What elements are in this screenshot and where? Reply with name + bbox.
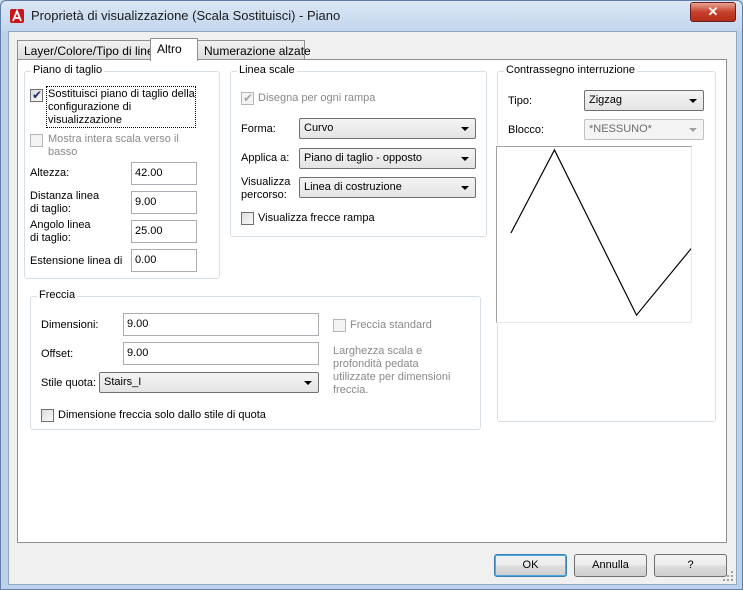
stile-quota-label: Stile quota: xyxy=(41,377,97,389)
disegna-per-ogni-rampa-label: Disegna per ogni rampa xyxy=(258,92,376,104)
group-title-piano-di-taglio: Piano di taglio xyxy=(31,64,105,76)
show-full-stair-checkbox[interactable] xyxy=(30,134,43,147)
visualizza-frecce-rampa-label: Visualizza frecce rampa xyxy=(258,212,375,224)
group-freccia: Freccia Dimensioni: 9.00 Offset: 9.00 St… xyxy=(30,289,481,430)
angolo-label-line1: Angolo linea xyxy=(30,219,91,231)
freccia-note-line4: freccia. xyxy=(333,384,369,396)
stile-quota-dropdown[interactable]: Stairs_I xyxy=(99,372,319,393)
break-mark-preview xyxy=(496,146,692,323)
help-button[interactable]: ? xyxy=(654,554,727,577)
visualizza-percorso-label-line2: percorso: xyxy=(241,189,287,201)
altezza-label: Altezza: xyxy=(30,167,70,179)
show-full-stair-label-line1: Mostra intera scala verso il xyxy=(48,133,179,145)
group-piano-di-taglio: Piano di taglio ✔ Sostituisci piano di t… xyxy=(24,64,220,279)
forma-value: Curvo xyxy=(304,122,334,134)
chevron-down-icon xyxy=(461,186,469,190)
close-icon: ✕ xyxy=(707,4,719,19)
checkmark-icon: ✔ xyxy=(32,88,43,102)
chevron-down-icon xyxy=(461,157,469,161)
tab-numerazione-alzate[interactable]: Numerazione alzate xyxy=(197,40,311,60)
title-bar[interactable]: Proprietà di visualizzazione (Scala Sost… xyxy=(1,1,742,31)
freccia-note-line3: utilizzate per dimensioni xyxy=(333,371,451,383)
group-title-freccia: Freccia xyxy=(37,289,78,301)
close-button[interactable]: ✕ xyxy=(690,2,736,22)
group-title-contrassegno: Contrassegno interruzione xyxy=(504,64,638,76)
group-title-linea-scale: Linea scale xyxy=(237,64,297,76)
window-title: Proprietà di visualizzazione (Scala Sost… xyxy=(31,8,341,23)
freccia-standard-label: Freccia standard xyxy=(350,319,432,331)
chevron-down-icon xyxy=(461,127,469,131)
zigzag-preview-line xyxy=(510,148,691,317)
dimensioni-label: Dimensioni: xyxy=(41,319,99,331)
distanza-label-line2: di taglio: xyxy=(30,203,71,215)
freccia-note-line1: Larghezza scala e xyxy=(333,345,423,357)
distanza-label-line1: Distanza linea xyxy=(30,190,100,202)
override-cut-plane-label-line1: Sostituisci piano di taglio della xyxy=(48,88,195,100)
override-cut-plane-checkbox[interactable]: ✔ xyxy=(30,88,43,102)
checkmark-icon: ✔ xyxy=(243,91,254,105)
dialog-window: Proprietà di visualizzazione (Scala Sost… xyxy=(0,0,743,590)
offset-label: Offset: xyxy=(41,348,74,360)
distanza-input[interactable]: 9.00 xyxy=(131,191,197,214)
freccia-note-line2: profondità pedata xyxy=(333,358,419,370)
tipo-dropdown[interactable]: Zigzag xyxy=(584,90,704,111)
applica-dropdown[interactable]: Piano di taglio - opposto xyxy=(299,148,476,169)
chevron-down-icon xyxy=(689,99,697,103)
offset-input[interactable]: 9.00 xyxy=(123,342,319,365)
estensione-input[interactable]: 0.00 xyxy=(131,249,197,272)
chevron-down-icon xyxy=(304,381,312,385)
group-linea-scale: Linea scale ✔ Disegna per ogni rampa For… xyxy=(230,64,487,237)
altezza-input[interactable]: 42.00 xyxy=(131,162,197,185)
ok-button[interactable]: OK xyxy=(494,554,567,577)
tipo-value: Zigzag xyxy=(589,94,623,106)
applica-value: Piano di taglio - opposto xyxy=(304,152,423,164)
angolo-label-line2: di taglio: xyxy=(30,232,71,244)
tab-panel-altro: Piano di taglio ✔ Sostituisci piano di t… xyxy=(17,59,727,543)
resize-grip-icon[interactable] xyxy=(722,570,734,582)
override-cut-plane-label-line3: visualizzazione xyxy=(48,114,122,126)
forma-dropdown[interactable]: Curvo xyxy=(299,118,476,139)
stile-quota-value: Stairs_I xyxy=(104,376,142,388)
applica-label: Applica a: xyxy=(241,152,290,164)
show-full-stair-label-line2: basso xyxy=(48,146,78,158)
tab-altro[interactable]: Altro xyxy=(150,38,198,61)
override-cut-plane-label-line2: configurazione di xyxy=(48,101,132,113)
blocco-value: *NESSUNO* xyxy=(589,123,652,135)
visualizza-percorso-value: Linea di costruzione xyxy=(304,181,402,193)
visualizza-percorso-label-line1: Visualizza xyxy=(241,176,291,188)
forma-label: Forma: xyxy=(241,123,276,135)
blocco-label: Blocco: xyxy=(508,124,545,136)
visualizza-frecce-rampa-checkbox[interactable] xyxy=(241,212,254,225)
tipo-label: Tipo: xyxy=(508,95,533,107)
annulla-button[interactable]: Annulla xyxy=(574,554,647,577)
disegna-per-ogni-rampa-checkbox[interactable]: ✔ xyxy=(241,91,254,105)
blocco-dropdown[interactable]: *NESSUNO* xyxy=(584,119,704,140)
chevron-down-icon xyxy=(689,128,697,132)
tab-layer-colore[interactable]: Layer/Colore/Tipo di linea xyxy=(17,40,160,60)
dimensione-freccia-solo-stile-checkbox[interactable] xyxy=(41,409,54,422)
dimensione-freccia-solo-stile-label: Dimensione freccia solo dallo stile di q… xyxy=(58,409,266,421)
angolo-input[interactable]: 25.00 xyxy=(131,220,197,243)
dimensioni-input[interactable]: 9.00 xyxy=(123,313,319,336)
autocad-logo-icon xyxy=(10,8,24,23)
dialog-body: Layer/Colore/Tipo di linea Altro Numeraz… xyxy=(8,31,737,585)
estensione-label: Estensione linea di xyxy=(30,255,123,267)
freccia-standard-checkbox[interactable] xyxy=(333,319,346,332)
visualizza-percorso-dropdown[interactable]: Linea di costruzione xyxy=(299,177,476,198)
